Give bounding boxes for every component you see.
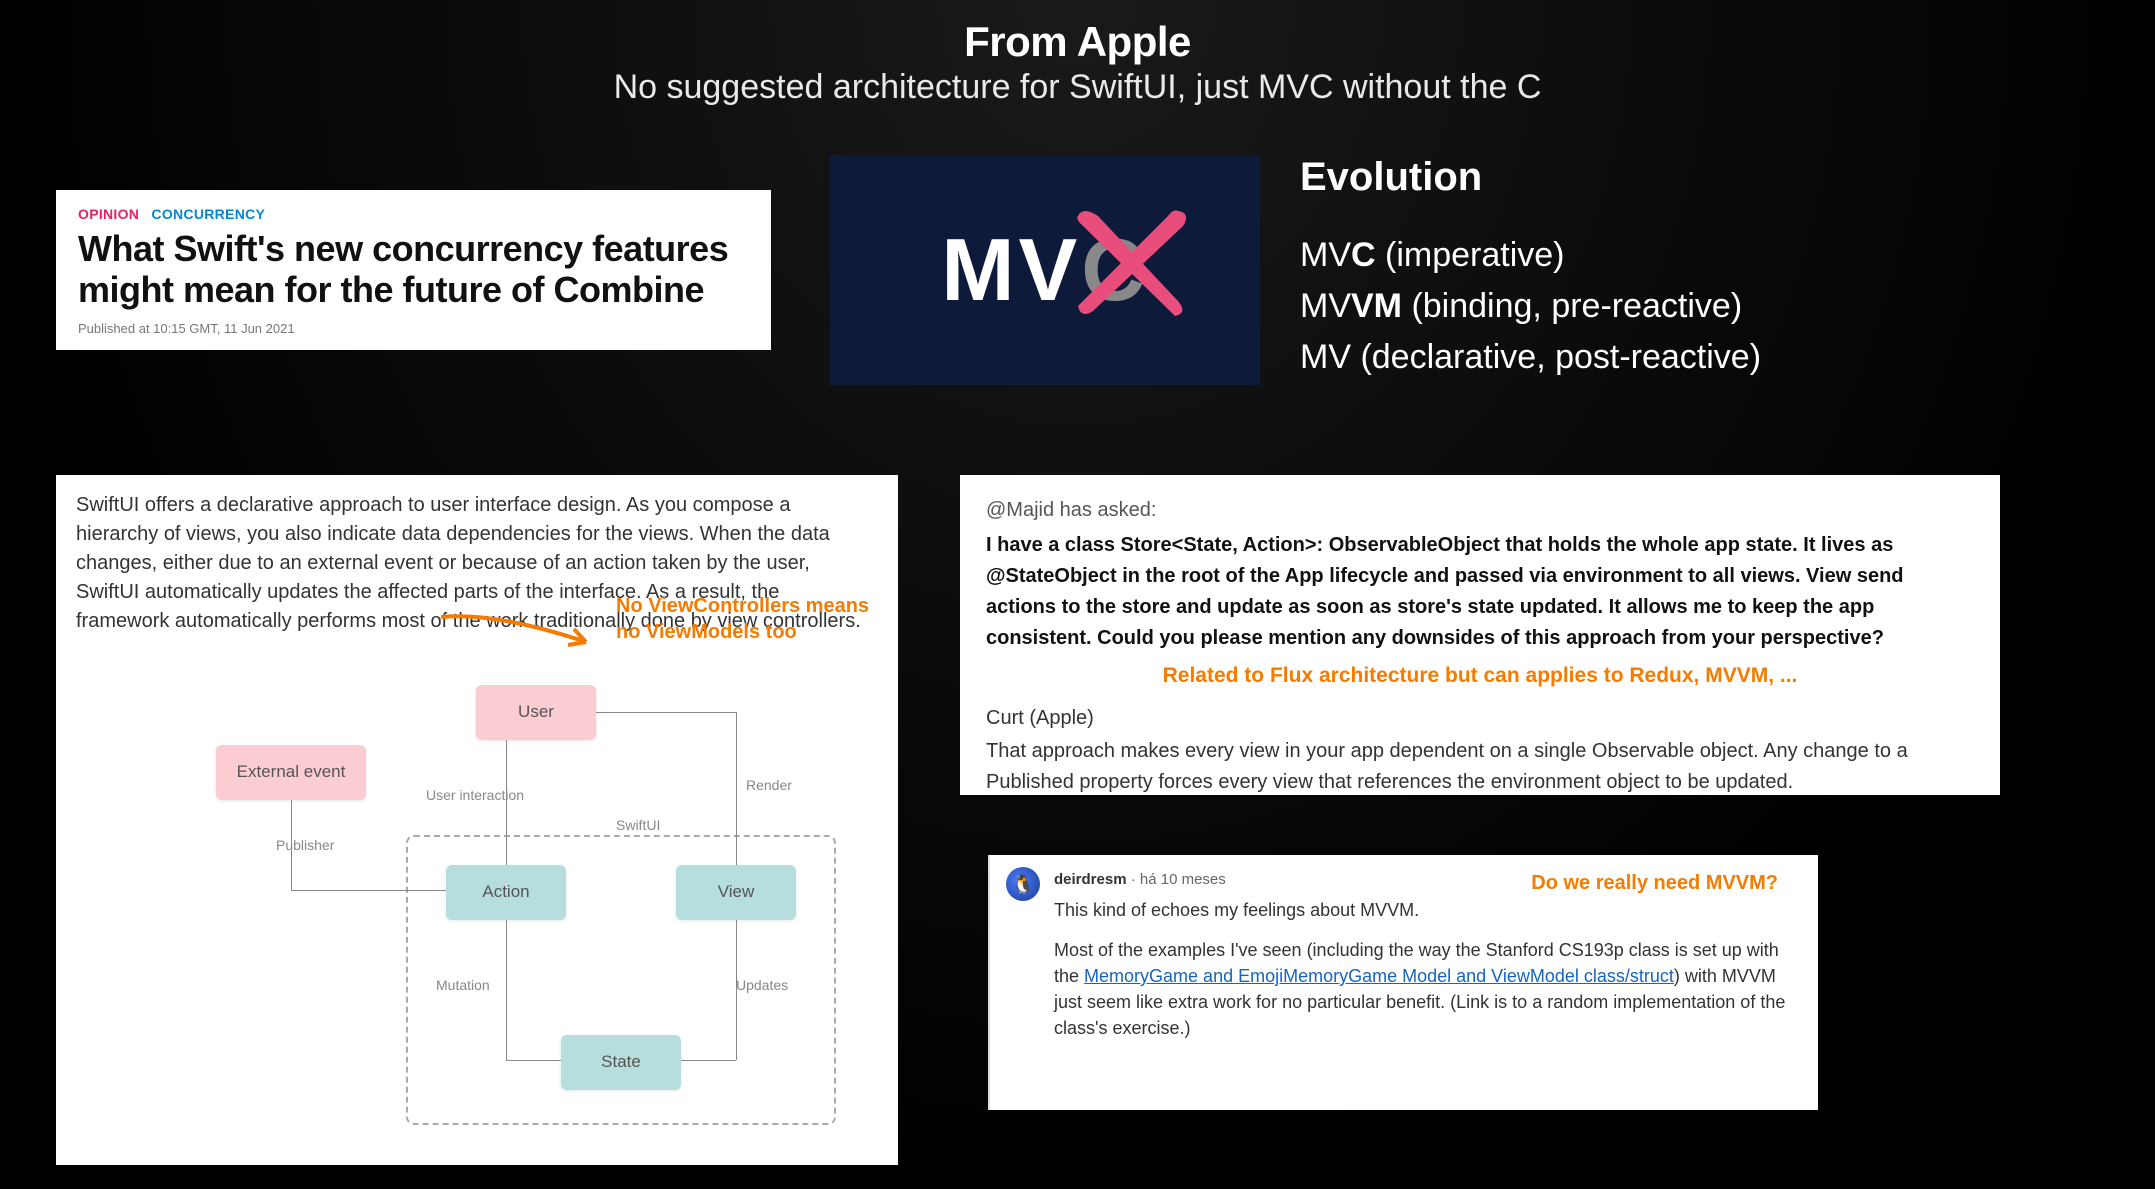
evolution-line-1: MVC (imperative) (1300, 230, 2060, 281)
label-mutation: Mutation (436, 975, 490, 995)
curt-flux-note: Related to Flux architecture but can app… (986, 660, 1974, 693)
forum-card: 🐧 deirdresm · há 10 meses Do we really n… (988, 855, 1818, 1110)
diagram-external-event: External event (216, 745, 366, 800)
diagram-state: State (561, 1035, 681, 1090)
diagram-user: User (476, 685, 596, 740)
curt-asker: @Majid has asked: (986, 495, 1974, 526)
tag-concurrency: CONCURRENCY (151, 206, 265, 222)
forum-user: deirdresm (1054, 871, 1127, 888)
article-published: Published at 10:15 GMT, 11 Jun 2021 (78, 321, 749, 336)
diagram-view: View (676, 865, 796, 920)
label-user-interaction: User interaction (426, 785, 524, 805)
row-bottom: SwiftUI offers a declarative approach to… (0, 475, 2155, 1189)
mvx-prefix: MV (941, 220, 1081, 319)
article-tags: OPINION CONCURRENCY (78, 206, 749, 222)
evolution-title: Evolution (1300, 155, 2060, 200)
label-updates: Updates (736, 975, 788, 995)
forum-p1: This kind of echoes my feelings about MV… (1054, 897, 1798, 923)
forum-time: há 10 meses (1140, 871, 1226, 888)
forum-p2: Most of the examples I've seen (includin… (1054, 937, 1798, 1041)
curt-question: I have a class Store<State, Action>: Obs… (986, 530, 1974, 654)
slide-title: From Apple (0, 18, 2155, 66)
label-publisher: Publisher (276, 835, 334, 855)
evolution-line-2: MVVM (binding, pre-reactive) (1300, 281, 2060, 332)
mvx-text: MVC (941, 219, 1149, 321)
evolution-line-3: MV (declarative, post-reactive) (1300, 332, 2060, 383)
annotation-text: No ViewControllers means no ViewModels t… (616, 593, 896, 645)
tag-opinion: OPINION (78, 206, 139, 222)
evolution-block: Evolution MVC (imperative) MVVM (binding… (1300, 155, 2060, 383)
curt-name: Curt (Apple) (986, 703, 1974, 734)
swiftui-diagram: External event User SwiftUI Action View … (216, 665, 856, 1145)
slide-header: From Apple No suggested architecture for… (0, 0, 2155, 107)
label-render: Render (746, 775, 792, 795)
diagram-swiftui-label: SwiftUI (616, 815, 660, 835)
curt-card: @Majid has asked: I have a class Store<S… (960, 475, 2000, 795)
article-card: OPINION CONCURRENCY What Swift's new con… (56, 190, 771, 350)
mvx-crossed: C (1081, 219, 1149, 321)
mvx-graphic: MVC (830, 155, 1260, 385)
diagram-action: Action (446, 865, 566, 920)
slide-subtitle: No suggested architecture for SwiftUI, j… (0, 68, 2155, 107)
swiftui-card: SwiftUI offers a declarative approach to… (56, 475, 898, 1165)
curt-answer: That approach makes every view in your a… (986, 736, 1974, 798)
article-title: What Swift's new concurrency features mi… (78, 228, 749, 311)
avatar-icon: 🐧 (1006, 867, 1040, 901)
forum-link[interactable]: MemoryGame and EmojiMemoryGame Model and… (1084, 966, 1674, 986)
row-top: OPINION CONCURRENCY What Swift's new con… (0, 155, 2155, 445)
forum-tag: Do we really need MVVM? (1531, 869, 1778, 898)
